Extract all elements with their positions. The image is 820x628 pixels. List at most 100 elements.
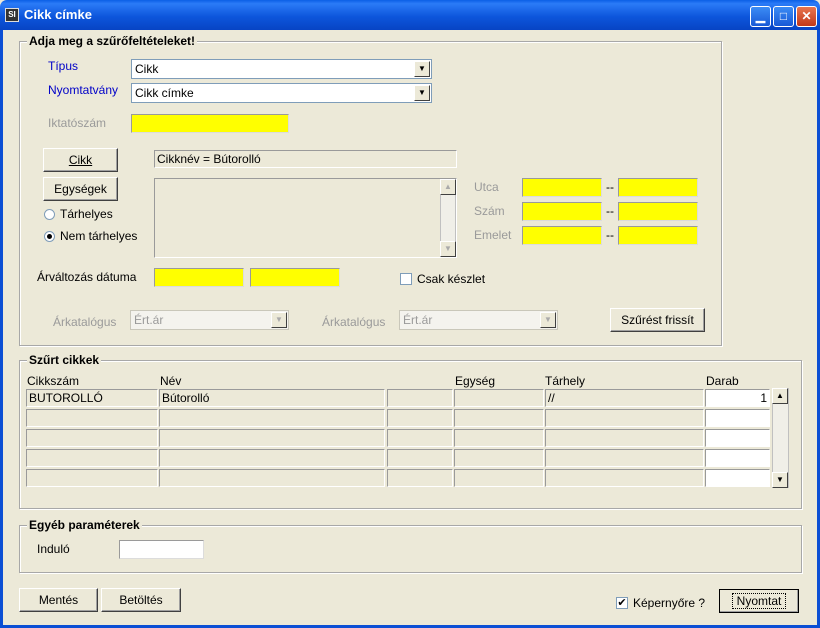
close-icon: ✕ [801,9,812,23]
tipus-select[interactable]: Cikk [131,59,432,79]
cell-cikkszam[interactable] [26,449,158,467]
nem-tarhelyes-radio[interactable] [44,231,55,242]
cell-nev[interactable] [159,429,385,447]
cell-cikkszam[interactable] [26,409,158,427]
nyomtatvany-select[interactable]: Cikk címke [131,83,432,103]
tipus-label: Típus [48,59,79,73]
iktatoszam-label: Iktatószám [48,116,107,130]
app-icon[interactable]: SI [5,8,19,22]
arvaltozas-to-input[interactable] [250,268,340,287]
szam-label: Szám [474,204,505,218]
arvaltozas-from-input[interactable] [154,268,244,287]
mentes-label: Mentés [38,593,79,607]
cell-egyseg[interactable] [454,409,544,427]
arkatalogus2-dropdown-button[interactable]: ▼ [540,312,556,328]
other-params-legend: Egyéb paraméterek [27,518,142,532]
chevron-up-icon: ▲ [444,182,452,191]
tipus-value: Cikk [135,62,159,76]
cikknev-display: Cikknév = Bútorolló [154,150,457,168]
kepernyore-checkbox[interactable]: ✔ [616,597,628,609]
iktatoszam-input[interactable] [131,114,289,133]
arkatalogus1-select[interactable]: Ért.ár [130,310,289,330]
nyomtat-button[interactable]: Nyomtat [719,589,799,613]
results-legend: Szűrt cikkek [27,353,102,367]
cell-nev[interactable]: Bútorolló [159,389,385,407]
column-header-cikkszam: Cikkszám [27,374,80,388]
utca-from-input[interactable] [522,178,602,197]
kepernyore-label: Képernyőre ? [633,596,706,610]
results-scroll-up-button[interactable]: ▲ [772,388,788,404]
cell-cikkszam[interactable]: BUTOROLLÓ [26,389,158,407]
chevron-down-icon: ▼ [418,64,426,73]
cikk-button[interactable]: Cikk [43,148,118,172]
title-bar[interactable] [0,0,820,30]
cell-nev[interactable] [159,409,385,427]
emelet-from-input[interactable] [522,226,602,245]
cell-egyseg[interactable] [454,469,544,487]
arkatalogus1-dropdown-button[interactable]: ▼ [271,312,287,328]
cell-darab[interactable] [705,449,770,467]
szurest-frissit-button[interactable]: Szűrést frissít [610,308,705,332]
csak-keszlet-checkbox[interactable] [400,273,412,285]
cell-unnamed[interactable] [387,389,453,407]
results-scroll-down-button[interactable]: ▼ [772,472,788,488]
szam-from-input[interactable] [522,202,602,221]
cell-tarhely[interactable] [545,409,704,427]
indulo-input[interactable] [119,540,204,559]
cell-tarhely[interactable] [545,449,704,467]
cell-darab[interactable]: 1 [705,389,770,407]
mentes-button[interactable]: Mentés [19,588,98,612]
minimize-icon: ▁ [755,9,766,23]
column-header-darab: Darab [706,374,739,388]
cell-darab[interactable] [705,409,770,427]
betoltes-label: Betöltés [119,593,163,607]
cell-tarhely[interactable] [545,469,704,487]
cell-egyseg[interactable] [454,429,544,447]
cell-darab[interactable] [705,429,770,447]
utca-separator: -- [606,180,614,194]
egysegek-button-label: Egységek [54,182,107,196]
utca-to-input[interactable] [618,178,698,197]
cell-unnamed[interactable] [387,469,453,487]
scroll-up-button[interactable]: ▲ [440,179,456,195]
chevron-down-icon: ▼ [275,315,283,324]
csak-keszlet-label: Csak készlet [417,272,486,286]
nyomtatvany-dropdown-button[interactable]: ▼ [414,85,430,101]
cell-darab[interactable] [705,469,770,487]
cell-unnamed[interactable] [387,449,453,467]
cell-cikkszam[interactable] [26,469,158,487]
cell-unnamed[interactable] [387,429,453,447]
emelet-label: Emelet [474,228,512,242]
arkatalogus2-select[interactable]: Ért.ár [399,310,558,330]
szam-to-input[interactable] [618,202,698,221]
betoltes-button[interactable]: Betöltés [101,588,181,612]
arkatalogus2-label: Árkatalógus [322,315,386,329]
emelet-to-input[interactable] [618,226,698,245]
chevron-down-icon: ▼ [444,244,452,253]
szam-separator: -- [606,204,614,218]
cell-cikkszam[interactable] [26,429,158,447]
cell-egyseg[interactable] [454,449,544,467]
cell-tarhely[interactable]: // [545,389,704,407]
cell-unnamed[interactable] [387,409,453,427]
checkmark-icon: ✔ [617,597,627,609]
egysegek-button[interactable]: Egységek [43,177,118,201]
cell-nev[interactable] [159,469,385,487]
minimize-button[interactable]: ▁ [750,6,771,27]
column-header-tarhely: Tárhely [545,374,586,388]
cell-egyseg[interactable] [454,389,544,407]
tarhelyes-radio[interactable] [44,209,55,220]
nyomtat-label: Nyomtat [731,593,787,609]
maximize-button[interactable]: □ [773,6,794,27]
nyomtatvany-value: Cikk címke [135,86,194,100]
egysegek-list[interactable] [154,178,457,258]
cell-nev[interactable] [159,449,385,467]
chevron-down-icon: ▼ [418,88,426,97]
cell-tarhely[interactable] [545,429,704,447]
tipus-dropdown-button[interactable]: ▼ [414,61,430,77]
tarhelyes-label: Tárhelyes [60,207,113,221]
close-button[interactable]: ✕ [796,6,817,27]
arvaltozas-label: Árváltozás dátuma [37,270,137,284]
column-header-nev: Név [160,374,182,388]
scroll-down-button[interactable]: ▼ [440,241,456,257]
